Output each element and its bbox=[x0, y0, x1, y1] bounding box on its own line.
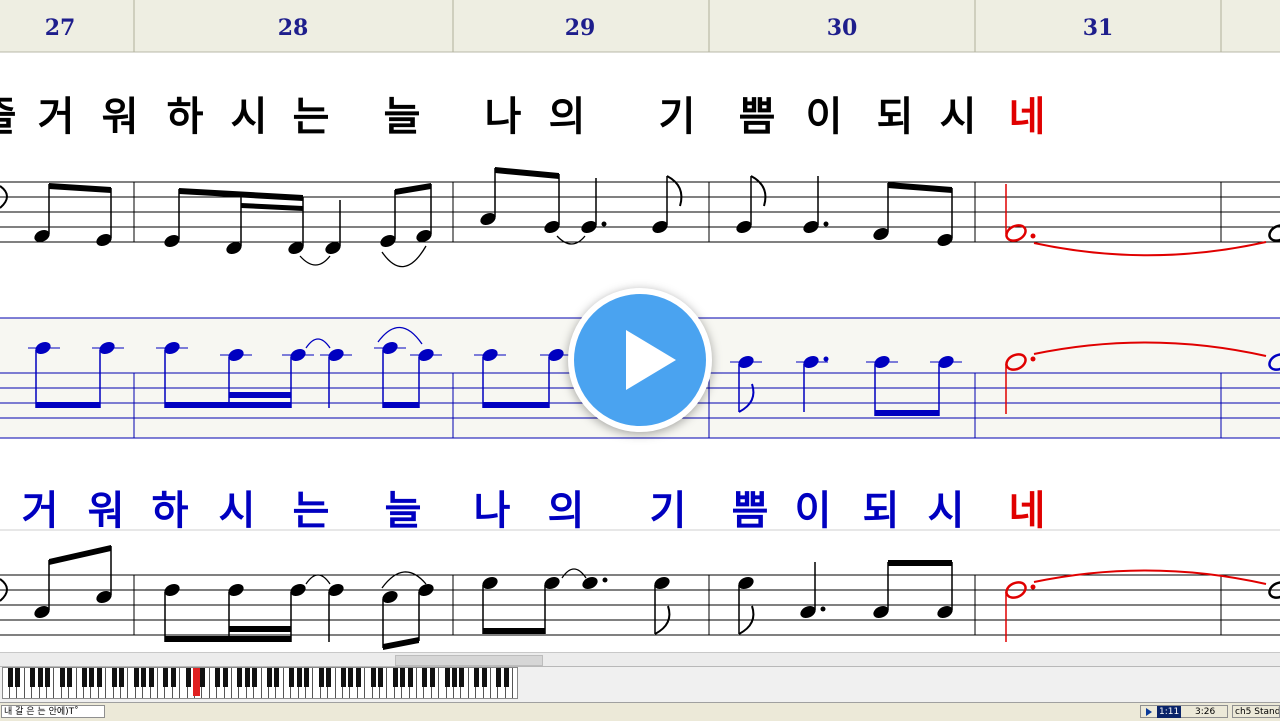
measure-number-31: 31 bbox=[1083, 15, 1114, 41]
piano-black-key[interactable] bbox=[7, 668, 13, 687]
lyric-syllable: 쁨 bbox=[739, 94, 776, 140]
play-button[interactable] bbox=[568, 288, 712, 432]
piano-black-key[interactable] bbox=[296, 668, 302, 687]
lyric-syllable: 하 bbox=[167, 94, 204, 140]
transport-panel: 1:11 3:26 bbox=[1140, 705, 1228, 718]
play-small-icon[interactable] bbox=[1146, 708, 1152, 716]
horizontal-scrollbar[interactable] bbox=[0, 652, 1280, 667]
piano-black-key[interactable] bbox=[348, 668, 354, 687]
lyric-syllable: 거 bbox=[38, 94, 75, 140]
lyric-syllable: 되 bbox=[877, 94, 914, 140]
piano-black-key[interactable] bbox=[481, 668, 487, 687]
piano-black-key[interactable] bbox=[422, 668, 428, 687]
lyric-syllable: 즐 bbox=[0, 94, 16, 140]
piano-black-key[interactable] bbox=[89, 668, 95, 687]
piano-black-key[interactable] bbox=[407, 668, 413, 687]
piano-black-key[interactable] bbox=[133, 668, 139, 687]
piano-black-key[interactable] bbox=[118, 668, 124, 687]
piano-black-key[interactable] bbox=[30, 668, 36, 687]
piano-black-key[interactable] bbox=[355, 668, 361, 687]
lyric-syllable: 시 bbox=[231, 94, 268, 140]
piano-black-key[interactable] bbox=[392, 668, 398, 687]
lyric-syllable: 이 bbox=[806, 94, 843, 140]
piano-black-key[interactable] bbox=[429, 668, 435, 687]
piano-black-key[interactable] bbox=[266, 668, 272, 687]
piano-black-key[interactable] bbox=[400, 668, 406, 687]
play-icon bbox=[626, 330, 676, 390]
piano-black-key[interactable] bbox=[303, 668, 309, 687]
piano-black-key[interactable] bbox=[444, 668, 450, 687]
piano-black-key[interactable] bbox=[111, 668, 117, 687]
lyric-syllable: 는 bbox=[293, 488, 330, 534]
lyric-syllable: 워 bbox=[88, 488, 125, 534]
measure-number-27: 27 bbox=[45, 15, 76, 41]
lyric-syllable: 늘 bbox=[384, 94, 421, 140]
piano-keyboard[interactable] bbox=[2, 667, 518, 699]
piano-black-key[interactable] bbox=[237, 668, 243, 687]
lyric-syllable-highlight: 네 bbox=[1009, 94, 1046, 140]
piano-black-key[interactable] bbox=[170, 668, 176, 687]
piano-black-key[interactable] bbox=[222, 668, 228, 687]
piano-black-key[interactable] bbox=[44, 668, 50, 687]
piano-black-key[interactable] bbox=[377, 668, 383, 687]
bass-staff bbox=[0, 529, 1280, 650]
piano-black-key[interactable] bbox=[15, 668, 21, 687]
lyric-syllable: 기 bbox=[650, 488, 687, 534]
piano-black-key[interactable] bbox=[96, 668, 102, 687]
piano-black-key[interactable] bbox=[200, 668, 206, 687]
piano-black-key[interactable] bbox=[451, 668, 457, 687]
lyric-syllable: 나 bbox=[474, 488, 511, 534]
piano-black-key[interactable] bbox=[503, 668, 509, 687]
status-bar: 내 갈 은 는 안에)T˚ 1:11 3:26 ch5 Standard bbox=[0, 702, 1280, 721]
piano-black-key[interactable] bbox=[81, 668, 87, 687]
lyric-syllable: 되 bbox=[863, 488, 900, 534]
measure-number-28: 28 bbox=[278, 15, 309, 41]
piano-black-key[interactable] bbox=[289, 668, 295, 687]
lyric-syllable: 쁨 bbox=[732, 488, 769, 534]
lyric-syllable-highlight: 네 bbox=[1009, 488, 1046, 534]
lyric-syllable: 하 bbox=[152, 488, 189, 534]
lyric-syllable: 거 bbox=[22, 488, 59, 534]
piano-black-key[interactable] bbox=[163, 668, 169, 687]
piano-black-key[interactable] bbox=[252, 668, 258, 687]
measure-number-29: 29 bbox=[565, 15, 596, 41]
piano-active-key[interactable] bbox=[192, 668, 200, 696]
piano-black-key[interactable] bbox=[215, 668, 221, 687]
piano-black-key[interactable] bbox=[185, 668, 191, 687]
lyric-syllable: 시 bbox=[219, 488, 256, 534]
lyric-syllable: 기 bbox=[659, 94, 696, 140]
piano-black-key[interactable] bbox=[318, 668, 324, 687]
piano-black-key[interactable] bbox=[59, 668, 65, 687]
piano-black-key[interactable] bbox=[326, 668, 332, 687]
lyric-syllable: 의 bbox=[549, 94, 586, 140]
time-current: 1:11 bbox=[1157, 706, 1182, 718]
piano-black-key[interactable] bbox=[141, 668, 147, 687]
lyric-syllable: 늘 bbox=[385, 488, 422, 534]
song-title-field: 내 갈 은 는 안에)T˚ bbox=[1, 705, 105, 718]
piano-black-key[interactable] bbox=[340, 668, 346, 687]
melody-staff bbox=[0, 167, 1280, 268]
piano-black-key[interactable] bbox=[274, 668, 280, 687]
sound-module-field: ch5 Standard bbox=[1232, 705, 1280, 718]
lyric-syllable: 이 bbox=[795, 488, 832, 534]
piano-black-key[interactable] bbox=[148, 668, 154, 687]
lyric-syllable: 시 bbox=[940, 94, 977, 140]
lyric-syllable: 시 bbox=[928, 488, 965, 534]
lyric-syllable: 워 bbox=[102, 94, 139, 140]
piano-black-key[interactable] bbox=[37, 668, 43, 687]
piano-black-key[interactable] bbox=[459, 668, 465, 687]
time-total: 3:26 bbox=[1195, 707, 1216, 717]
piano-black-key[interactable] bbox=[370, 668, 376, 687]
piano-black-key[interactable] bbox=[474, 668, 480, 687]
lyric-syllable: 나 bbox=[485, 94, 522, 140]
measure-number-30: 30 bbox=[827, 15, 858, 41]
piano-black-key[interactable] bbox=[496, 668, 502, 687]
piano-black-key[interactable] bbox=[244, 668, 250, 687]
piano-black-key[interactable] bbox=[67, 668, 73, 687]
lyric-syllable: 의 bbox=[548, 488, 585, 534]
lyric-syllable: 는 bbox=[293, 94, 330, 140]
scrollbar-thumb[interactable] bbox=[395, 655, 543, 666]
